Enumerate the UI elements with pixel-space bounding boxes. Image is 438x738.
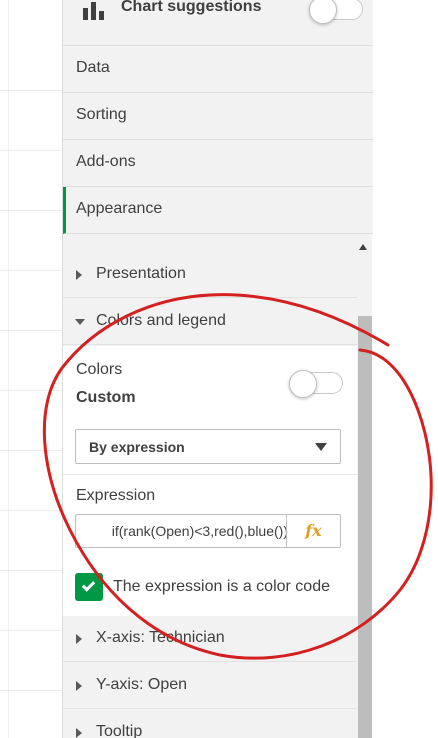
grid-line	[0, 330, 62, 331]
grid-line	[0, 90, 62, 91]
tab-label: Data	[76, 59, 110, 76]
expand-triangle-icon	[76, 634, 82, 644]
expand-triangle-icon	[76, 270, 82, 280]
section-presentation[interactable]: Presentation	[63, 252, 357, 298]
tab-data[interactable]: Data	[63, 46, 373, 93]
properties-panel: Chart suggestions Data Sorting Add-ons A…	[62, 0, 373, 738]
colors-label: Colors	[76, 361, 123, 378]
collapse-triangle-icon	[75, 319, 85, 325]
chart-suggestions-label: Chart suggestions	[121, 0, 262, 15]
tab-label: Appearance	[76, 200, 163, 217]
tab-label: Add-ons	[76, 153, 136, 170]
panel-scrollbar[interactable]	[358, 316, 372, 738]
expand-triangle-icon	[76, 681, 82, 691]
section-label: Tooltip	[96, 723, 143, 738]
expression-input[interactable]: if(rank(Open)<3,red(),blue()) fx	[75, 514, 341, 548]
tab-add-ons[interactable]: Add-ons	[63, 140, 373, 187]
section-label: X-axis: Technician	[96, 629, 225, 646]
grid-line	[0, 690, 62, 691]
toggle-knob	[289, 370, 317, 398]
grid-line	[0, 630, 62, 631]
section-label: Colors and legend	[96, 312, 226, 329]
section-label: Y-axis: Open	[96, 676, 188, 693]
grid-line	[0, 570, 62, 571]
colors-settings: Colors Custom By expression Expression i…	[63, 346, 357, 616]
color-mode-dropdown[interactable]: By expression	[75, 429, 341, 464]
tab-appearance[interactable]: Appearance	[63, 187, 373, 234]
checkmark-icon	[81, 578, 96, 592]
tab-label: Sorting	[76, 106, 127, 123]
expand-triangle-icon	[76, 728, 82, 738]
grid-line	[0, 450, 62, 451]
grid-line	[0, 510, 62, 511]
section-y-axis[interactable]: Y-axis: Open	[63, 663, 357, 709]
grid-line	[0, 270, 62, 271]
grid-line	[0, 390, 62, 391]
panel-right-margin	[372, 0, 438, 738]
grid-line	[8, 0, 9, 738]
grid-line	[0, 210, 62, 211]
bar-chart-icon	[83, 2, 104, 20]
section-label: Presentation	[96, 265, 186, 282]
scroll-up-arrow-icon[interactable]	[359, 244, 367, 250]
chart-suggestions-row: Chart suggestions	[63, 0, 373, 46]
expression-value[interactable]: if(rank(Open)<3,red(),blue())	[76, 523, 288, 539]
auto-colors-toggle[interactable]	[289, 370, 343, 398]
divider	[63, 474, 357, 475]
color-code-checkbox-label: The expression is a color code	[113, 578, 330, 595]
dropdown-value: By expression	[89, 439, 185, 455]
tab-sorting[interactable]: Sorting	[63, 93, 373, 140]
section-x-axis[interactable]: X-axis: Technician	[63, 616, 357, 662]
chart-suggestions-toggle[interactable]	[309, 0, 363, 24]
grid-line	[0, 150, 62, 151]
chevron-down-icon	[315, 443, 327, 451]
section-colors-and-legend[interactable]: Colors and legend	[63, 299, 357, 345]
sheet-canvas	[0, 0, 62, 738]
toggle-knob	[309, 0, 337, 24]
colors-mode: Custom	[76, 389, 136, 406]
expression-label: Expression	[76, 487, 156, 504]
fx-expression-editor-button[interactable]: fx	[286, 515, 340, 547]
color-code-checkbox[interactable]	[75, 573, 103, 601]
section-tooltip[interactable]: Tooltip	[63, 710, 357, 738]
